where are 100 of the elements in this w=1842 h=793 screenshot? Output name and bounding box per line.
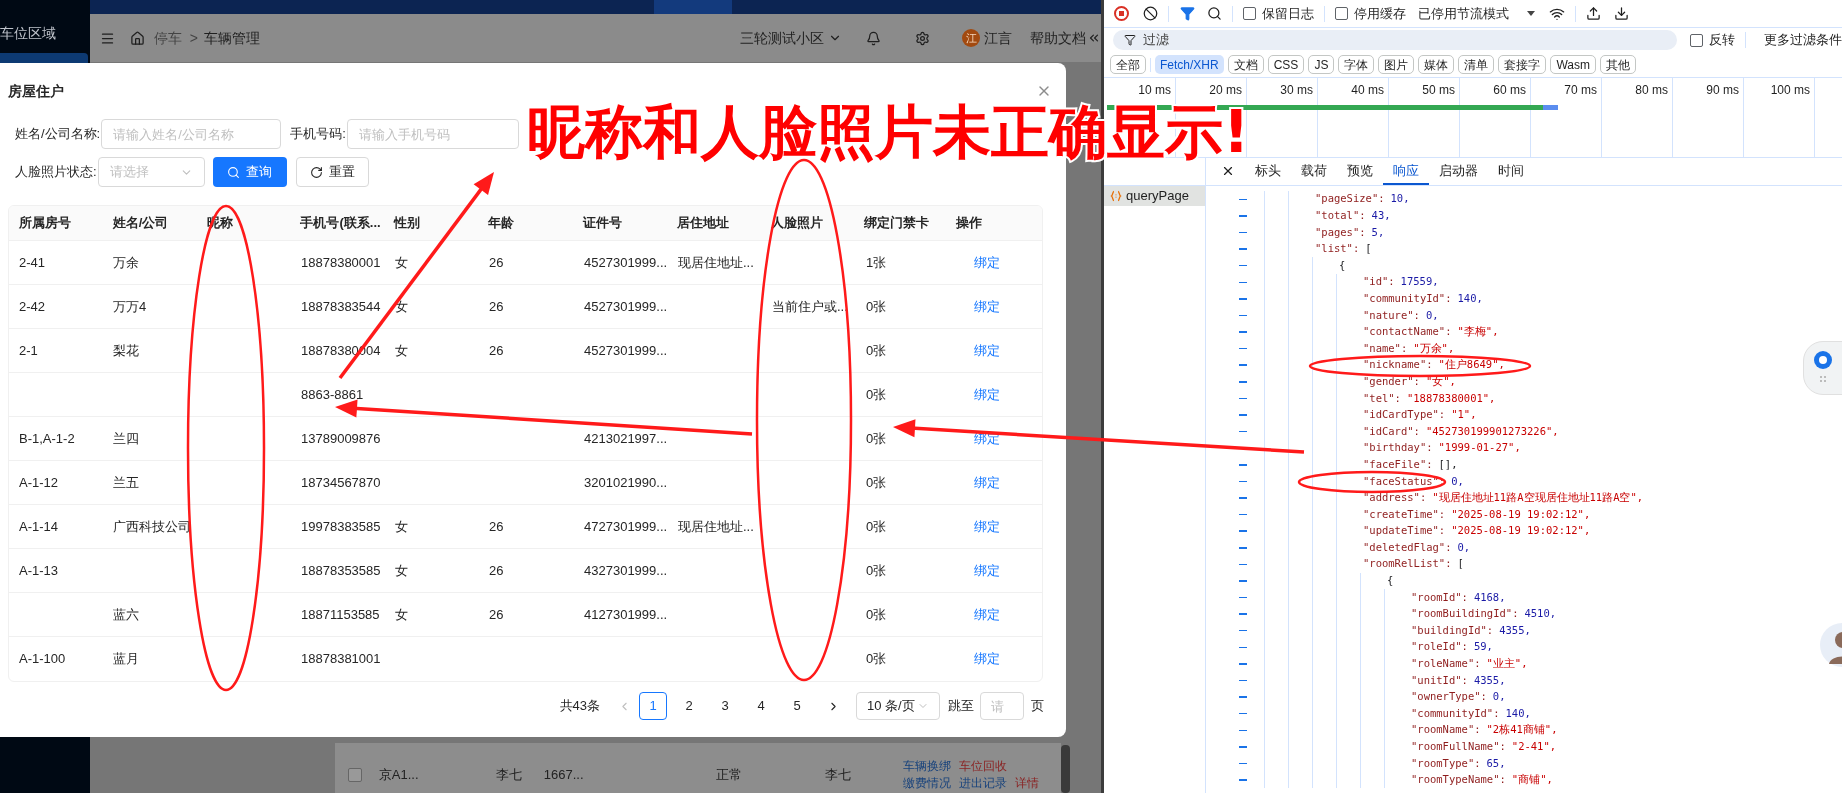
type-filter-chip[interactable]: 清单: [1458, 55, 1495, 74]
input-field[interactable]: 请输入手机号码: [346, 119, 519, 149]
help-link[interactable]: 帮助文档: [1030, 27, 1086, 49]
preserve-log-checkbox[interactable]: [1243, 7, 1256, 20]
settings-icon[interactable]: [915, 30, 930, 46]
type-filter-chip[interactable]: Wasm: [1550, 55, 1596, 74]
filter-icon[interactable]: [1180, 6, 1195, 21]
bind-link[interactable]: 绑定: [974, 384, 1000, 405]
table-cell-text: 女: [395, 341, 408, 360]
json-key: "list":: [1315, 241, 1360, 257]
menu-icon[interactable]: [99, 30, 115, 46]
page-button[interactable]: 2: [675, 692, 703, 720]
panel-tab[interactable]: 启动器: [1429, 158, 1488, 185]
type-filter-chip[interactable]: 其他: [1599, 55, 1636, 74]
filter-icon: [1124, 34, 1136, 46]
table-cell-text: 4727301999...: [584, 517, 668, 536]
drag-handle-icon: [1820, 376, 1826, 382]
request-row[interactable]: queryPage: [1104, 186, 1205, 206]
bind-link[interactable]: 绑定: [974, 340, 1000, 361]
type-filter-chip[interactable]: JS: [1308, 55, 1335, 74]
type-filter-chip[interactable]: 图片: [1378, 55, 1415, 74]
json-key: "unitId":: [1411, 672, 1468, 689]
table-cell-text: 19978383585: [301, 517, 381, 536]
json-value: "2栋41商铺",: [1486, 722, 1558, 738]
assistant-avatar[interactable]: [1819, 622, 1842, 668]
json-value: "李梅",: [1457, 324, 1499, 340]
search-icon[interactable]: [1207, 6, 1222, 21]
filter-field[interactable]: 过滤: [1113, 30, 1678, 50]
floating-assistant-widget[interactable]: [1803, 341, 1842, 395]
community-select[interactable]: 三轮测试小区: [740, 27, 842, 49]
upload-icon[interactable]: [1586, 6, 1601, 21]
table-cell-text: 梨花: [113, 341, 139, 360]
panel-tab[interactable]: 载荷: [1291, 158, 1337, 185]
close-icon[interactable]: [1221, 164, 1235, 178]
row-checkbox[interactable]: [347, 768, 362, 782]
panel-tab[interactable]: 响应: [1383, 158, 1429, 185]
panel-tab[interactable]: 时间: [1488, 158, 1534, 185]
reset-button[interactable]: 重置: [295, 157, 369, 187]
page-jump-field[interactable]: 请: [980, 692, 1024, 720]
jump-label: 跳至: [948, 697, 974, 716]
json-value: 43,: [1371, 208, 1391, 223]
clear-icon[interactable]: [1143, 6, 1158, 21]
table-cell-text: 兰五: [113, 473, 139, 492]
table-cell-text: 18734567870: [301, 473, 381, 492]
checkbox-label[interactable]: 保留日志: [1262, 3, 1314, 24]
json-value: "商铺",: [1511, 772, 1553, 788]
table-cell-text: 3201021990...: [584, 473, 668, 492]
panel-tab[interactable]: 预览: [1337, 158, 1383, 185]
user-name[interactable]: 江言: [984, 27, 1012, 49]
json-key: "updateTime":: [1363, 523, 1446, 540]
type-filter-chip[interactable]: CSS: [1267, 55, 1305, 74]
table-cell-text: 18871153585: [301, 605, 380, 624]
table-cell-text: 0张: [866, 385, 887, 404]
more-filters-dropdown[interactable]: 更多过滤条件: [1764, 30, 1842, 50]
dropdown-triangle-icon: [1527, 11, 1535, 16]
invert-checkbox[interactable]: [1690, 33, 1704, 47]
disable-cache-checkbox[interactable]: [1335, 7, 1348, 20]
stop-recording-icon[interactable]: [1114, 6, 1129, 21]
panel-tab[interactable]: 标头: [1245, 158, 1291, 185]
bind-link[interactable]: 绑定: [974, 649, 1000, 669]
user-avatar[interactable]: 江: [962, 29, 980, 47]
checkbox-label[interactable]: 停用缓存: [1354, 3, 1406, 24]
time-tick-label: 100 ms: [1770, 83, 1810, 97]
page-size-select[interactable]: 10 条/页: [856, 692, 940, 720]
json-key: "roleName":: [1411, 656, 1481, 672]
home-icon[interactable]: [129, 30, 145, 46]
page-button[interactable]: 4: [747, 692, 775, 720]
json-key: "roomId":: [1411, 589, 1468, 606]
bind-link[interactable]: 绑定: [974, 252, 1000, 273]
bind-link[interactable]: 绑定: [974, 472, 1000, 493]
table-cell-text: 女: [395, 605, 408, 624]
time-tick-label: 20 ms: [1209, 83, 1242, 97]
bind-link[interactable]: 绑定: [974, 516, 1000, 537]
json-key: "pages":: [1315, 224, 1366, 241]
bind-link[interactable]: 绑定: [974, 296, 1000, 317]
checkbox-label[interactable]: 反转: [1709, 30, 1736, 50]
collapse-icon[interactable]: [1087, 31, 1101, 45]
type-filter-chip[interactable]: 套接字: [1498, 55, 1547, 74]
type-filter-chip[interactable]: 媒体: [1418, 55, 1455, 74]
scrollbar[interactable]: [1061, 745, 1070, 793]
type-filter-chip[interactable]: Fetch/XHR: [1155, 55, 1224, 74]
json-key: "communityId":: [1411, 705, 1500, 722]
table-cell-text: 蓝六: [113, 605, 139, 624]
page-button[interactable]: 5: [783, 692, 811, 720]
download-icon[interactable]: [1614, 6, 1629, 21]
json-value: 10,: [1390, 191, 1410, 207]
bind-link[interactable]: 绑定: [974, 560, 1000, 581]
page-button[interactable]: 3: [711, 692, 739, 720]
throttling-select[interactable]: 已停用节流模式: [1418, 3, 1535, 24]
table-cell-text: A-1-13: [19, 561, 59, 580]
type-filter-chip[interactable]: 字体: [1338, 55, 1375, 74]
type-filter-chip[interactable]: 文档: [1227, 55, 1264, 74]
page-button[interactable]: 1: [639, 692, 667, 720]
json-value: 4510,: [1524, 606, 1557, 622]
type-filter-chip[interactable]: 全部: [1110, 55, 1146, 74]
bind-link[interactable]: 绑定: [974, 604, 1000, 625]
notification-icon[interactable]: [866, 30, 881, 46]
table-cell-text: 0张: [866, 605, 887, 624]
search-button[interactable]: 查询: [212, 157, 287, 187]
table-cell-text: 女: [395, 561, 408, 580]
